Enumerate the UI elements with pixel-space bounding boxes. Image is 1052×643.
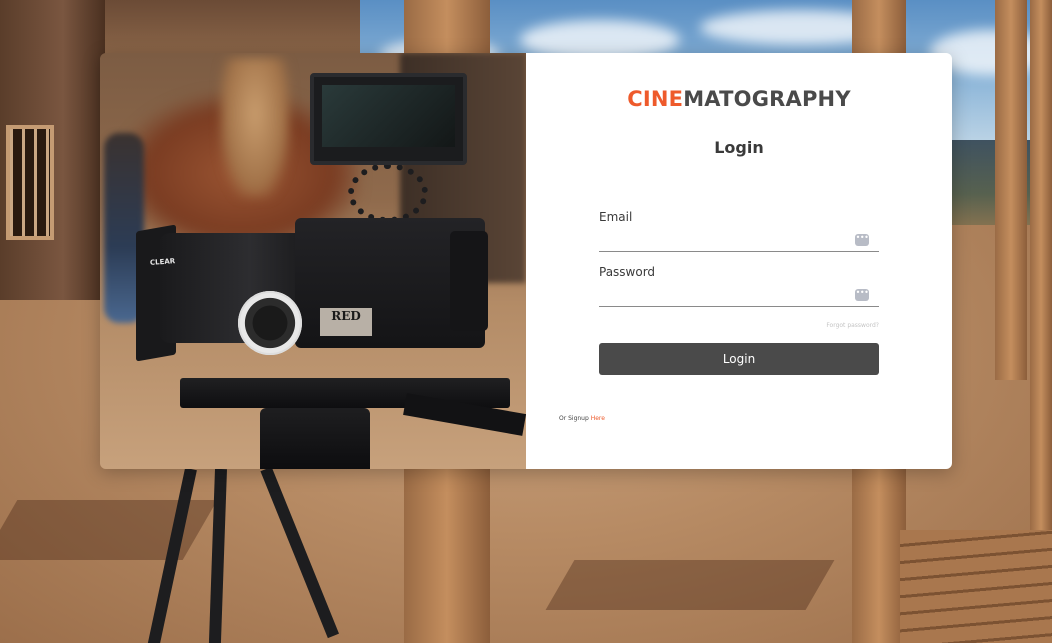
email-input-wrap: ••• [599,230,879,252]
email-field-group: Email ••• [599,210,879,252]
camera-battery [450,231,488,331]
password-input[interactable] [599,285,879,307]
signup-prompt: Or Signup Here [559,415,605,422]
brand-logo: CINEMATOGRAPHY [526,87,952,111]
login-form-panel: CINEMATOGRAPHY Login Email ••• Password … [526,53,952,469]
password-field-group: Password ••• [599,265,879,307]
background-post [995,0,1027,380]
brand-logo-rest: MATOGRAPHY [683,87,851,111]
forgot-password-link[interactable]: Forgot password? [826,322,879,329]
brand-logo-accent: CINE [627,87,684,111]
photo-rider [220,58,290,198]
background-boardwalk [900,530,1052,643]
signup-link[interactable]: Here [591,415,605,422]
password-label: Password [599,265,656,279]
signup-prefix: Or Signup [559,415,589,422]
password-input-wrap: ••• [599,285,879,307]
password-manager-key-icon[interactable]: ••• [855,289,869,301]
login-button[interactable]: Login [599,343,879,375]
camera-focus-ring [238,291,302,355]
cinema-camera-photo: CLEAR RED [100,53,526,469]
camera-cable [348,163,428,223]
background-post [1030,0,1052,560]
background-shadow [545,560,835,610]
camera-brand-label: RED [320,308,372,336]
background-roof [60,0,360,55]
login-card: CLEAR RED CINEMATOGRAPHY Login Email •••… [100,53,952,469]
email-input[interactable] [599,230,879,252]
background-building [0,0,105,300]
camera-monitor [310,73,467,165]
tripod-head [260,408,370,469]
email-label: Email [599,210,633,224]
password-manager-key-icon[interactable]: ••• [855,234,869,246]
page-title: Login [714,138,764,157]
background-window [6,125,54,240]
